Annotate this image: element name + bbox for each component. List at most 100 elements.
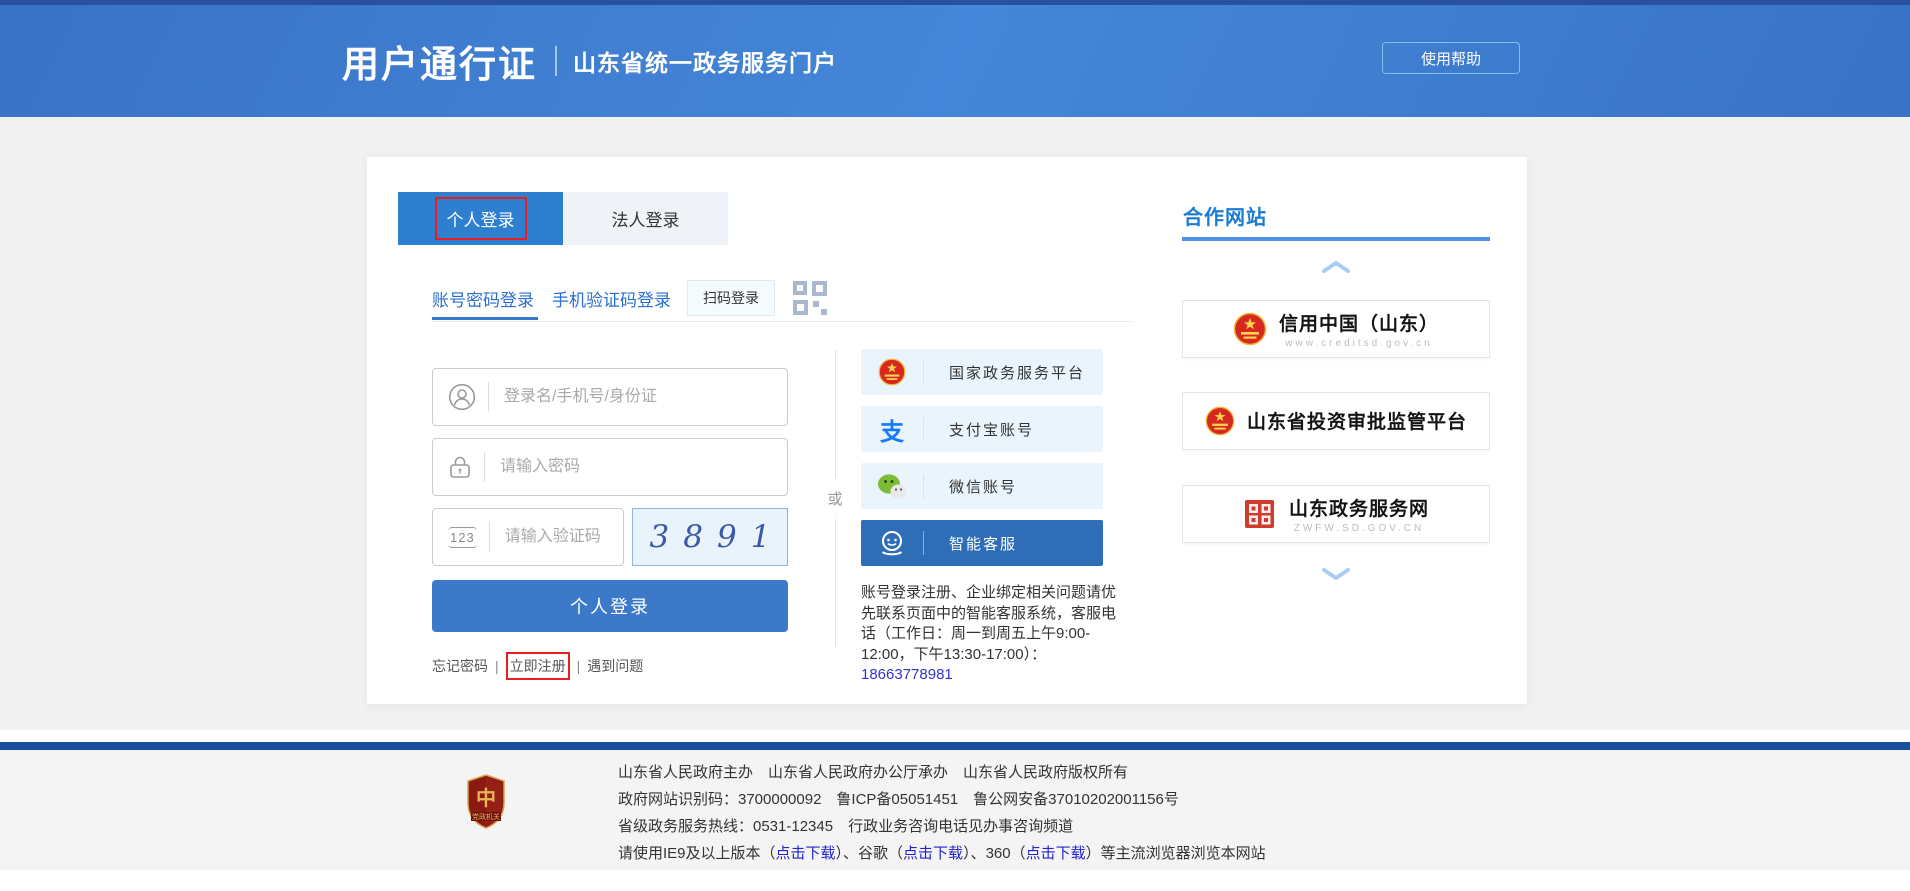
item-divider: [923, 531, 924, 555]
partner-name: 山东政务服务网: [1289, 494, 1429, 521]
footer-hotline-line: 省级政务服务热线：0531-12345 行政业务咨询电话见办事咨询频道: [618, 813, 1266, 840]
help-button[interactable]: 使用帮助: [1382, 42, 1520, 74]
header: 用户通行证 山东省统一政务服务门户 使用帮助: [0, 0, 1910, 117]
footer: 中 党政机关 山东省人民政府主办 山东省人民政府办公厅承办 山东省人民政府版权所…: [0, 750, 1910, 870]
tab-legal-person-login[interactable]: 法人登录: [563, 192, 728, 245]
captcha-field-wrap: 123: [432, 508, 624, 566]
password-input[interactable]: [498, 457, 779, 477]
partner-name: 信用中国（山东）: [1279, 309, 1439, 336]
scroll-down-button[interactable]: [1182, 567, 1490, 581]
national-platform-login-button[interactable]: 国家政务服务平台: [861, 349, 1103, 395]
personal-login-submit-button[interactable]: 个人登录: [432, 580, 788, 632]
item-divider: [923, 474, 924, 498]
footer-org-line: 山东省人民政府主办 山东省人民政府办公厅承办 山东省人民政府版权所有: [618, 759, 1266, 786]
chrome-download-link[interactable]: 点击下载: [903, 845, 963, 862]
link-separator: |: [495, 658, 499, 674]
third-party-login-list: 国家政务服务平台 支 支付宝账号: [861, 349, 1103, 577]
footer-site-code-line: 政府网站识别码：3700000092 鲁ICP备05051451 鲁公网安备37…: [618, 786, 1266, 813]
alipay-icon: 支: [861, 412, 923, 447]
customer-service-notice: 账号登录注册、企业绑定相关问题请优先联系页面中的智能客服系统，客服电话（工作日：…: [861, 583, 1125, 686]
portal-subtitle: 山东省统一政务服务门户: [573, 44, 837, 78]
partner-sites-section: 合作网站 信用中国（山东）: [1182, 203, 1490, 633]
national-emblem-icon: [861, 358, 923, 386]
browser-notice-text: ）、360（: [963, 845, 1026, 862]
trouble-link[interactable]: 遇到问题: [587, 656, 643, 676]
method-scan-login[interactable]: 扫码登录: [687, 280, 775, 316]
field-divider: [489, 522, 490, 552]
lock-icon: [448, 454, 472, 480]
wechat-icon: [861, 473, 923, 500]
smart-service-label: 智能客服: [949, 533, 1017, 554]
national-platform-label: 国家政务服务平台: [949, 362, 1085, 383]
form-links: 忘记密码 | 立即注册 | 遇到问题: [432, 652, 643, 680]
captcha-input[interactable]: [503, 527, 615, 547]
brand: 用户通行证 山东省统一政务服务门户: [342, 5, 837, 117]
register-now-link[interactable]: 立即注册: [506, 652, 570, 680]
svg-text:党政机关: 党政机关: [472, 812, 500, 821]
chevron-down-icon: [1321, 567, 1351, 581]
username-field-wrap: [432, 368, 788, 426]
brand-divider: [555, 46, 557, 76]
chevron-up-icon: [1321, 260, 1351, 274]
methods-divider-line: [432, 321, 1132, 322]
login-card: 个人登录 法人登录 账号密码登录 手机验证码登录 扫码登录: [367, 157, 1527, 704]
footer-accent-strip: [0, 742, 1910, 750]
browser-notice-text: 请使用IE9及以上版本（: [618, 845, 776, 862]
qr-code-icon[interactable]: [791, 279, 829, 317]
alipay-label: 支付宝账号: [949, 419, 1034, 440]
login-type-tabs: 个人登录 法人登录: [398, 192, 728, 245]
active-method-underline: [432, 317, 538, 320]
scroll-up-button[interactable]: [1182, 260, 1490, 274]
wechat-login-button[interactable]: 微信账号: [861, 463, 1103, 509]
partner-url: ZWFW.SD.GOV.CN: [1294, 523, 1425, 534]
partner-name: 山东省投资审批监管平台: [1247, 407, 1467, 434]
partner-shandong-gov-service-site[interactable]: 山东政务服务网 ZWFW.SD.GOV.CN: [1182, 485, 1490, 543]
national-emblem-icon: [1233, 312, 1267, 346]
red-seal-icon: [1243, 497, 1277, 531]
field-divider: [484, 452, 485, 482]
alipay-login-button[interactable]: 支 支付宝账号: [861, 406, 1103, 452]
link-separator: |: [577, 658, 581, 674]
password-field-wrap: [432, 438, 788, 496]
field-divider: [488, 382, 489, 412]
or-divider-line: [835, 519, 836, 647]
browser-notice-text: ）等主流浏览器浏览本网站: [1086, 845, 1266, 862]
method-password-login[interactable]: 账号密码登录: [432, 286, 534, 311]
national-emblem-icon: [1205, 406, 1235, 436]
login-method-tabs: 账号密码登录 手机验证码登录 扫码登录: [432, 279, 829, 317]
partner-credit-china-shandong[interactable]: 信用中国（山东） www.creditsd.gov.cn: [1182, 300, 1490, 358]
personal-login-highlight-box: 个人登录: [435, 197, 527, 240]
forgot-password-link[interactable]: 忘记密码: [432, 656, 488, 676]
user-icon: [448, 383, 476, 411]
wechat-label: 微信账号: [949, 476, 1017, 497]
partner-investment-approval-platform[interactable]: 山东省投资审批监管平台: [1182, 392, 1490, 450]
360-download-link[interactable]: 点击下载: [1026, 845, 1086, 862]
item-divider: [923, 360, 924, 384]
captcha-123-icon: 123: [448, 527, 477, 548]
main-area: 个人登录 法人登录 账号密码登录 手机验证码登录 扫码登录: [0, 117, 1910, 730]
partner-title-underline: [1182, 237, 1490, 241]
captcha-image[interactable]: 3891: [632, 508, 788, 566]
or-text: 或: [827, 478, 842, 519]
username-input[interactable]: [502, 387, 779, 407]
footer-browser-notice: 请使用IE9及以上版本（点击下载）、谷歌（点击下载）、360（点击下载）等主流浏…: [618, 840, 1266, 867]
smart-customer-service-button[interactable]: 智能客服: [861, 520, 1103, 566]
smart-service-robot-icon: [861, 528, 923, 558]
login-page: 用户通行证 山东省统一政务服务门户 使用帮助 个人登录 法人登录 账号密码登录 …: [0, 0, 1910, 891]
page-title: 用户通行证: [342, 34, 537, 88]
legal-login-label: 法人登录: [612, 206, 680, 231]
item-divider: [923, 417, 924, 441]
svg-text:中: 中: [476, 786, 496, 810]
tab-personal-login[interactable]: 个人登录: [398, 192, 563, 245]
service-phone-link[interactable]: 18663778981: [861, 666, 953, 683]
notice-text: 账号登录注册、企业绑定相关问题请优先联系页面中的智能客服系统，客服电话（工作日：…: [861, 584, 1116, 663]
browser-notice-text: ）、谷歌（: [836, 845, 904, 862]
government-badge-icon: 中 党政机关: [466, 774, 506, 835]
footer-gap: [0, 730, 1910, 742]
partner-url: www.creditsd.gov.cn: [1285, 338, 1432, 349]
or-divider: 或: [825, 350, 845, 646]
ie-download-link[interactable]: 点击下载: [776, 845, 836, 862]
top-strip: [0, 0, 1910, 5]
method-sms-login[interactable]: 手机验证码登录: [552, 286, 671, 311]
or-divider-line: [835, 350, 836, 478]
